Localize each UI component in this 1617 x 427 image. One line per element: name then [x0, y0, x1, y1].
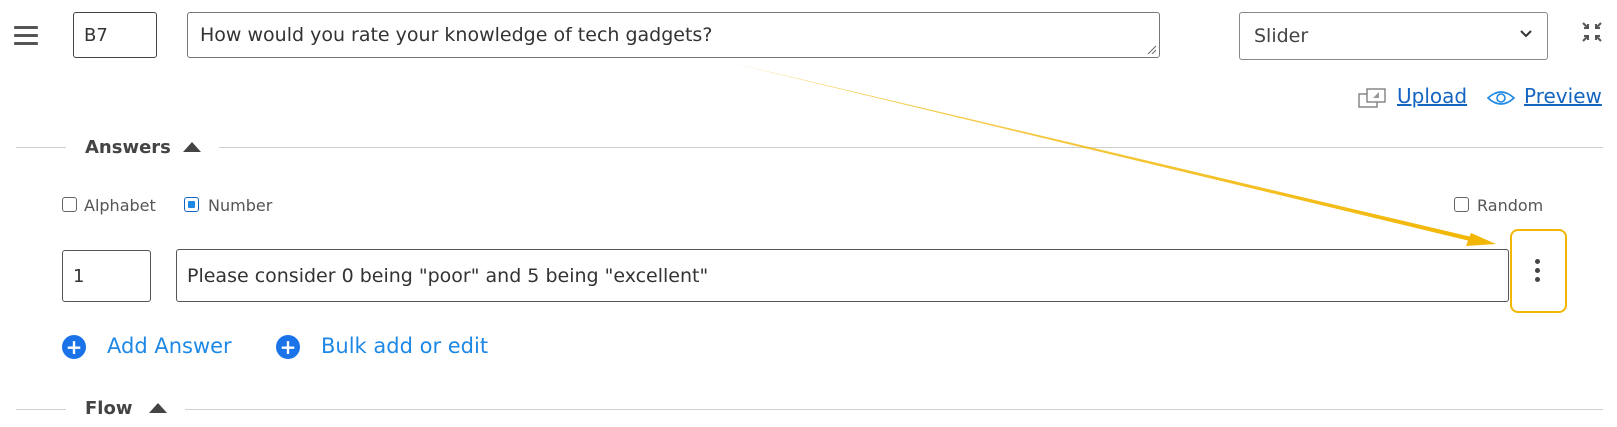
collapse-up-icon[interactable]	[182, 141, 202, 153]
bulk-add-icon[interactable]: +	[276, 335, 300, 359]
number-checkbox[interactable]	[184, 197, 199, 212]
answers-section-title: Answers	[85, 137, 171, 158]
question-text-field[interactable]: How would you rate your knowledge of tec…	[187, 12, 1160, 58]
answer-text-field[interactable]: Please consider 0 being "poor" and 5 bei…	[176, 249, 1509, 302]
flow-section-title: Flow	[85, 398, 133, 419]
answer-number-field[interactable]: 1	[62, 250, 151, 302]
more-options-icon[interactable]	[1512, 231, 1564, 310]
random-checkbox[interactable]	[1454, 197, 1469, 212]
flow-collapse-icon[interactable]	[148, 402, 168, 414]
upload-icon[interactable]	[1357, 86, 1389, 110]
question-text-value: How would you rate your knowledge of tec…	[200, 24, 713, 46]
flow-divider-left	[16, 409, 66, 410]
answer-text-value: Please consider 0 being "poor" and 5 bei…	[187, 265, 709, 287]
add-answer-icon[interactable]: +	[62, 335, 86, 359]
chevron-down-icon	[1520, 30, 1532, 38]
alphabet-label: Alphabet	[84, 196, 156, 215]
number-label: Number	[208, 196, 273, 215]
alphabet-checkbox[interactable]	[62, 197, 77, 212]
resize-grip-icon[interactable]	[1146, 44, 1156, 54]
collapse-icon[interactable]	[1581, 21, 1603, 43]
answer-number-value: 1	[73, 266, 85, 287]
question-type-value: Slider	[1254, 25, 1309, 47]
random-label: Random	[1477, 196, 1544, 215]
question-id-field[interactable]: B7	[73, 12, 157, 58]
upload-link[interactable]: Upload	[1397, 84, 1467, 108]
preview-link[interactable]: Preview	[1524, 84, 1602, 108]
question-id-value: B7	[84, 25, 108, 46]
flow-divider-right	[185, 409, 1603, 410]
question-type-select[interactable]: Slider	[1239, 12, 1548, 60]
answers-divider-right	[219, 147, 1603, 148]
bulk-add-button[interactable]: Bulk add or edit	[321, 334, 488, 358]
menu-icon[interactable]	[14, 26, 38, 46]
eye-icon[interactable]	[1486, 88, 1516, 108]
answers-divider-left	[16, 147, 66, 148]
answer-options-highlight	[1510, 229, 1567, 313]
add-answer-button[interactable]: Add Answer	[107, 334, 232, 358]
